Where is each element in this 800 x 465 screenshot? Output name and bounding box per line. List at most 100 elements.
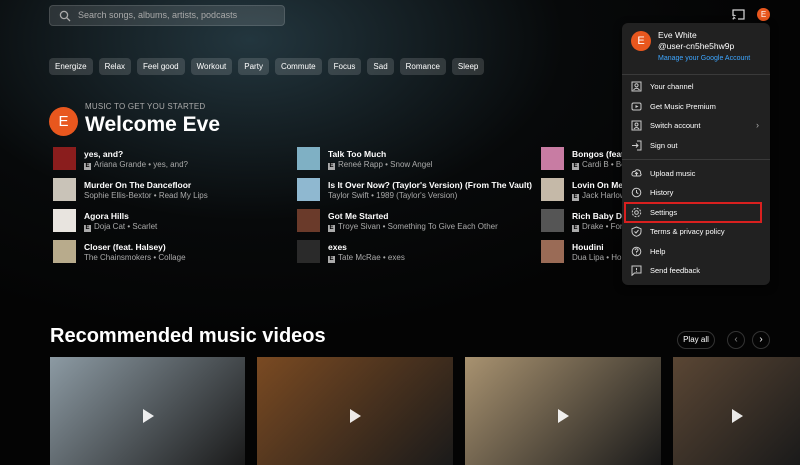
recommended-videos-title: Recommended music videos: [50, 325, 326, 347]
explicit-badge-icon: E: [572, 194, 579, 201]
song-thumbnail[interactable]: [297, 209, 320, 232]
menu-item-upload-music[interactable]: Upload music: [622, 164, 770, 183]
song-title[interactable]: Murder On The Dancefloor: [84, 180, 191, 190]
chip-sleep[interactable]: Sleep: [451, 58, 485, 75]
menu-item-label: Your channel: [650, 82, 694, 91]
carousel-next-button[interactable]: ›: [752, 331, 770, 349]
menu-item-sign-out[interactable]: Sign out: [622, 136, 770, 155]
song-artist-album[interactable]: Troye Sivan • Something To Give Each Oth…: [338, 222, 498, 231]
menu-item-send-feedback[interactable]: Send feedback: [622, 261, 770, 280]
song-title[interactable]: exes: [328, 242, 347, 252]
song-thumbnail[interactable]: [53, 178, 76, 201]
menu-item-history[interactable]: History: [622, 183, 770, 202]
song-artist-album[interactable]: Taylor Swift • 1989 (Taylor's Version): [328, 191, 457, 200]
song-title[interactable]: Agora Hills: [84, 211, 129, 221]
song-subtitle: E Cardi B • Bo: [572, 160, 626, 170]
song-artist-album[interactable]: Cardi B • Bo: [582, 160, 626, 169]
history-icon: [631, 187, 642, 198]
song-artist-album[interactable]: Drake • For: [582, 222, 623, 231]
chip-relax[interactable]: Relax: [98, 58, 132, 75]
menu-item-label: Help: [650, 247, 666, 256]
menu-item-help[interactable]: Help: [622, 242, 770, 261]
feedback-icon: [631, 265, 642, 276]
video-thumbnail[interactable]: [673, 357, 800, 465]
song-title[interactable]: Got Me Started: [328, 211, 388, 221]
menu-item-your-channel[interactable]: Your channel: [622, 77, 770, 96]
switch-account-icon: [631, 120, 642, 131]
play-all-button[interactable]: Play all: [677, 331, 715, 349]
song-row[interactable]: Agora Hills E Doja Cat • Scarlet: [53, 209, 288, 233]
song-subtitle: Dua Lipa • Hou: [572, 253, 626, 262]
song-artist-album[interactable]: Reneé Rapp • Snow Angel: [338, 160, 432, 169]
song-artist-album[interactable]: Sophie Ellis-Bextor • Read My Lips: [84, 191, 208, 200]
play-icon[interactable]: [142, 409, 154, 423]
chip-workout[interactable]: Workout: [190, 58, 233, 75]
chip-feel-good[interactable]: Feel good: [137, 58, 185, 75]
song-row[interactable]: Talk Too Much E Reneé Rapp • Snow Angel: [297, 147, 532, 171]
song-subtitle: Sophie Ellis-Bextor • Read My Lips: [84, 191, 208, 200]
video-thumbnail[interactable]: [50, 357, 245, 465]
chip-sad[interactable]: Sad: [367, 58, 394, 75]
song-artist-album[interactable]: Tate McRae • exes: [338, 253, 405, 262]
song-artist-album[interactable]: Jack Harlow: [582, 191, 626, 200]
song-subtitle: E Ariana Grande • yes, and?: [84, 160, 188, 170]
song-title[interactable]: Is It Over Now? (Taylor's Version) (From…: [328, 180, 532, 190]
song-title[interactable]: Talk Too Much: [328, 149, 386, 159]
song-thumbnail[interactable]: [541, 209, 564, 232]
carousel-prev-button[interactable]: ‹: [727, 331, 745, 349]
song-thumbnail[interactable]: [297, 147, 320, 170]
song-thumbnail[interactable]: [53, 147, 76, 170]
manage-account-link[interactable]: Manage your Google Account: [658, 55, 750, 62]
song-artist-album[interactable]: Dua Lipa • Hou: [572, 253, 626, 262]
song-artist-album[interactable]: Ariana Grande • yes, and?: [94, 160, 188, 169]
cast-icon[interactable]: [732, 9, 745, 20]
play-icon[interactable]: [350, 409, 361, 423]
search-box[interactable]: Search songs, albums, artists, podcasts: [49, 5, 285, 26]
chip-energize[interactable]: Energize: [49, 58, 93, 75]
menu-item-switch-account[interactable]: Switch account ›: [622, 116, 770, 135]
song-title[interactable]: Lovin On Me: [572, 180, 623, 190]
song-thumbnail[interactable]: [541, 178, 564, 201]
song-thumbnail[interactable]: [53, 209, 76, 232]
menu-item-label: Send feedback: [650, 266, 701, 275]
song-row[interactable]: exes E Tate McRae • exes: [297, 240, 532, 264]
song-thumbnail[interactable]: [53, 240, 76, 263]
account-avatar-button[interactable]: E: [757, 8, 770, 21]
song-subtitle: E Doja Cat • Scarlet: [84, 222, 157, 232]
section-kicker: MUSIC TO GET YOU STARTED: [85, 102, 206, 111]
explicit-badge-icon: E: [84, 163, 91, 170]
song-subtitle: The Chainsmokers • Collage: [84, 253, 186, 262]
chip-party[interactable]: Party: [238, 58, 269, 75]
menu-item-get-music-premium[interactable]: Get Music Premium: [622, 97, 770, 116]
song-row[interactable]: Murder On The Dancefloor Sophie Ellis-Bex…: [53, 178, 288, 202]
chip-focus[interactable]: Focus: [327, 58, 362, 75]
play-icon[interactable]: [731, 409, 743, 423]
song-title[interactable]: Closer (feat. Halsey): [84, 242, 166, 252]
song-thumbnail[interactable]: [541, 147, 564, 170]
song-thumbnail[interactable]: [297, 178, 320, 201]
menu-item-terms-privacy-policy[interactable]: Terms & privacy policy: [622, 222, 770, 241]
song-subtitle: E Reneé Rapp • Snow Angel: [328, 160, 432, 170]
song-artist-album[interactable]: The Chainsmokers • Collage: [84, 253, 186, 262]
chevron-right-icon: ›: [756, 120, 759, 130]
song-title[interactable]: yes, and?: [84, 149, 123, 159]
chip-romance[interactable]: Romance: [399, 58, 446, 75]
sign-out-icon: [632, 140, 642, 151]
play-icon[interactable]: [558, 409, 569, 423]
song-row[interactable]: Got Me Started E Troye Sivan • Something T…: [297, 209, 532, 233]
song-row[interactable]: Closer (feat. Halsey) The Chainsmokers • …: [53, 240, 288, 264]
song-thumbnail[interactable]: [541, 240, 564, 263]
search-input[interactable]: Search songs, albums, artists, podcasts: [78, 10, 237, 20]
video-thumbnail[interactable]: [257, 357, 453, 465]
video-thumbnail[interactable]: [465, 357, 661, 465]
song-title[interactable]: Bongos (feat.: [572, 149, 626, 159]
menu-item-label: Sign out: [650, 141, 678, 150]
shield-icon: [631, 226, 642, 237]
song-subtitle: E Drake • For: [572, 222, 623, 232]
song-title[interactable]: Houdini: [572, 242, 604, 252]
song-thumbnail[interactable]: [297, 240, 320, 263]
song-row[interactable]: Is It Over Now? (Taylor's Version) (From…: [297, 178, 532, 202]
song-row[interactable]: yes, and? E Ariana Grande • yes, and?: [53, 147, 288, 171]
chip-commute[interactable]: Commute: [274, 58, 322, 75]
song-artist-album[interactable]: Doja Cat • Scarlet: [94, 222, 157, 231]
